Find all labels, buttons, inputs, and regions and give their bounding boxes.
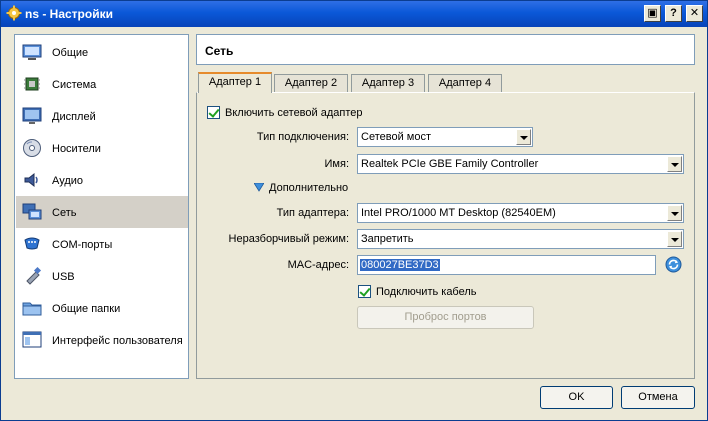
close-button[interactable]: ✕ xyxy=(686,5,703,22)
sidebar-item-audio[interactable]: Аудио xyxy=(16,164,188,196)
network-icon xyxy=(22,203,42,220)
adapter-type-label: Тип адаптера: xyxy=(276,207,349,219)
audio-speaker-icon xyxy=(24,172,38,188)
adapter-name-label: Имя: xyxy=(324,158,349,170)
promiscuous-mode-label: Неразборчивый режим: xyxy=(228,233,349,245)
page-title: Сеть xyxy=(205,44,234,58)
settings-gear-icon xyxy=(6,5,22,21)
serial-port-icon xyxy=(24,237,40,250)
sidebar-item-display[interactable]: Дисплей xyxy=(16,100,188,132)
tab-adapter-1[interactable]: Адаптер 1 xyxy=(198,72,272,93)
help-icon: ? xyxy=(670,7,677,19)
sidebar-item-label: Система xyxy=(52,79,97,91)
refresh-mac-icon[interactable] xyxy=(665,256,682,273)
cable-connected-checkbox[interactable] xyxy=(358,285,371,298)
close-icon: ✕ xyxy=(689,7,700,19)
settings-sidebar: Общие Система Дисплей Носители Аудио Сет… xyxy=(14,34,189,379)
sidebar-item-user-interface[interactable]: Интерфейс пользователя xyxy=(16,324,188,356)
adapter-name-select[interactable]: Realtek PCIe GBE Family Controller xyxy=(357,154,684,174)
sidebar-item-general[interactable]: Общие xyxy=(16,36,188,68)
sidebar-item-label: Общие xyxy=(52,47,89,59)
cancel-button[interactable]: Отмена xyxy=(621,386,695,409)
sidebar-item-system[interactable]: Система xyxy=(16,68,188,100)
chevron-down-icon xyxy=(667,205,682,221)
ok-button[interactable]: OK xyxy=(540,386,613,409)
general-icon xyxy=(22,44,42,60)
settings-dialog: ns - Настройки ▣ ? ✕ Общие Система Диспл… xyxy=(0,0,708,421)
sidebar-item-serial-ports[interactable]: COM-порты xyxy=(16,228,188,260)
mac-address-label: MAC-адрес: xyxy=(287,259,349,271)
storage-disc-icon xyxy=(23,139,41,157)
promiscuous-mode-select[interactable]: Запретить xyxy=(357,229,684,249)
attached-to-select[interactable]: Сетевой мост xyxy=(357,127,533,147)
expand-triangle-icon[interactable] xyxy=(254,183,264,192)
cable-connected-label: Подключить кабель xyxy=(376,286,477,298)
sidebar-item-network[interactable]: Сеть xyxy=(16,196,188,228)
sidebar-item-label: Сеть xyxy=(52,207,77,219)
tab-adapter-4[interactable]: Адаптер 4 xyxy=(428,74,502,93)
sidebar-item-label: Интерфейс пользователя xyxy=(52,335,183,347)
mac-address-input[interactable]: 080027BE37D3 xyxy=(357,255,656,275)
sidebar-item-label: Дисплей xyxy=(52,111,96,123)
title-bar[interactable]: ns - Настройки ▣ ? ✕ xyxy=(1,1,707,27)
sidebar-item-shared-folders[interactable]: Общие папки xyxy=(16,292,188,324)
chevron-down-icon xyxy=(667,156,682,172)
display-icon xyxy=(22,107,42,124)
tab-adapter-2[interactable]: Адаптер 2 xyxy=(274,74,348,93)
restore-button[interactable]: ▣ xyxy=(644,5,661,22)
sidebar-item-label: USB xyxy=(52,271,75,283)
shared-folder-icon xyxy=(22,302,42,316)
sidebar-item-usb[interactable]: USB xyxy=(16,260,188,292)
chevron-down-icon xyxy=(667,231,682,247)
user-interface-icon xyxy=(22,331,42,348)
system-chip-icon xyxy=(24,77,40,91)
help-button[interactable]: ? xyxy=(665,5,682,22)
page-title-box: Сеть xyxy=(196,34,695,65)
sidebar-item-label: Аудио xyxy=(52,175,84,187)
enable-adapter-label: Включить сетевой адаптер xyxy=(225,107,363,119)
sidebar-item-storage[interactable]: Носители xyxy=(16,132,188,164)
sidebar-item-label: Общие папки xyxy=(52,303,121,315)
adapter-type-select[interactable]: Intel PRO/1000 MT Desktop (82540EM) xyxy=(357,203,684,223)
restore-icon: ▣ xyxy=(647,7,658,19)
usb-icon xyxy=(26,266,42,285)
sidebar-item-label: COM-порты xyxy=(52,239,113,251)
attached-to-label: Тип подключения: xyxy=(256,131,349,143)
tab-adapter-3[interactable]: Адаптер 3 xyxy=(351,74,425,93)
sidebar-item-label: Носители xyxy=(52,143,101,155)
port-forwarding-button[interactable]: Проброс портов xyxy=(357,306,534,329)
advanced-toggle-label[interactable]: Дополнительно xyxy=(269,182,348,194)
window-title: ns - Настройки xyxy=(25,7,113,21)
enable-adapter-checkbox[interactable] xyxy=(207,106,220,119)
chevron-down-icon xyxy=(516,129,531,145)
